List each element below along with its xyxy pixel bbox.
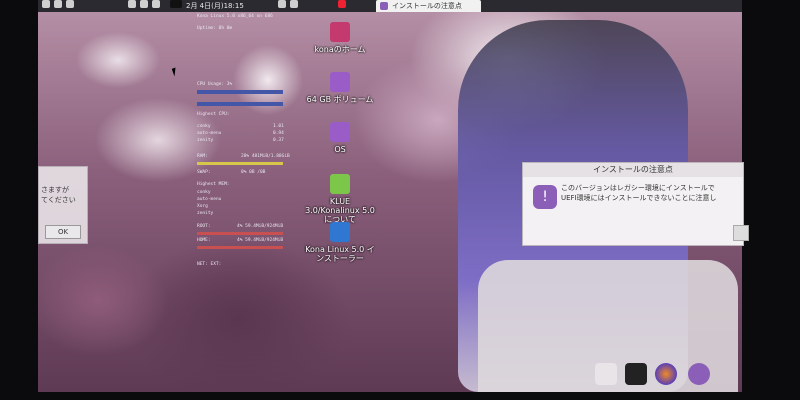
background-dialog: さますが てください OK xyxy=(38,166,88,244)
dialog-message-line: UEFI環境にはインストールできないことに注意し xyxy=(561,194,717,202)
dialog-confirm-button[interactable] xyxy=(733,225,749,241)
cpu-bar xyxy=(197,90,283,94)
conky-proc-val: 1.01 xyxy=(273,124,284,129)
background-dialog-message: さますが てください xyxy=(41,185,85,205)
desktop-icon-label: 64 GB ボリューム xyxy=(306,95,374,104)
background-dialog-line: てください xyxy=(41,196,76,204)
workspace-icon[interactable] xyxy=(170,0,182,8)
conky-swap-value: 0% 0B /0B xyxy=(241,170,266,175)
conky-proc: zenity xyxy=(197,211,214,216)
conky-highest-mem: Highest MEM: xyxy=(197,182,230,187)
battery-icon[interactable] xyxy=(152,0,160,8)
clock[interactable]: 2月 4日(月)18:15 xyxy=(186,0,244,12)
conky-cpu-label: CPU Usage: 3% xyxy=(197,82,233,87)
alert-bubble-icon xyxy=(380,2,388,10)
klue-icon xyxy=(330,174,350,194)
desktop-icon-os[interactable]: OS xyxy=(305,122,375,154)
home-bar xyxy=(197,246,283,249)
conky-proc: conky xyxy=(197,190,211,195)
alert-bubble-icon[interactable] xyxy=(688,363,710,385)
volume-icon[interactable] xyxy=(140,0,148,8)
alert-bubble-icon: ! xyxy=(533,185,557,209)
debian-installer-icon xyxy=(330,222,350,242)
ok-button[interactable]: OK xyxy=(45,225,81,239)
file-manager-icon[interactable] xyxy=(595,363,617,385)
conky-highest-cpu: Highest CPU: xyxy=(197,112,230,117)
app-icon[interactable] xyxy=(338,0,346,8)
conky-ram-label: RAM: xyxy=(197,154,208,159)
conky-proc: conky xyxy=(197,124,211,129)
home-folder-icon xyxy=(330,22,350,42)
conky-proc: Xorg xyxy=(197,204,208,209)
conky-swap-label: SWAP: xyxy=(197,170,211,175)
desktop-icon-home[interactable]: konaのホーム xyxy=(305,22,375,54)
conky-home-value: 4% 59.4MiB/924MiB xyxy=(237,238,284,243)
desktop-icon-label: Kona Linux 5.0 インストーラー xyxy=(305,245,375,263)
ram-bar xyxy=(197,162,283,165)
desktop-icon-about[interactable]: KLUE 3.0/Konalinux 5.0について xyxy=(305,174,375,224)
conky-root-value: 4% 59.4MiB/924MiB xyxy=(237,224,284,229)
drive-icon xyxy=(330,122,350,142)
conky-uptime: Uptime: 0h 0m xyxy=(197,26,233,31)
desktop-icon-volume[interactable]: 64 GB ボリューム xyxy=(305,72,375,104)
background-dialog-line: さますが xyxy=(41,186,69,194)
terminal-icon[interactable] xyxy=(625,363,647,385)
browser-icon[interactable] xyxy=(54,0,62,8)
drive-icon xyxy=(330,72,350,92)
conky-proc-val: 0.94 xyxy=(273,131,284,136)
desktop-icon-label: KLUE 3.0/Konalinux 5.0について xyxy=(305,197,375,224)
taskbar-window-button[interactable]: インストールの注意点 xyxy=(376,0,481,12)
dialog-title[interactable]: インストールの注意点 xyxy=(523,163,743,177)
conky-net: NET: EXT: xyxy=(197,262,222,267)
conky-ram-value: 28% 481MiB/1.88GiB xyxy=(241,154,290,159)
terminal-icon[interactable] xyxy=(66,0,74,8)
firefox-icon[interactable] xyxy=(655,363,677,385)
menu-icon[interactable] xyxy=(42,0,50,8)
conky-home-label: HOME: xyxy=(197,238,211,243)
power-icon[interactable] xyxy=(278,0,286,8)
desktop-icon-label: OS xyxy=(334,145,346,154)
refresh-icon[interactable] xyxy=(290,0,298,8)
cpu-bar xyxy=(197,102,283,106)
conky-hostname: Kona Linux 5.0 x86_64 on 686 xyxy=(197,14,273,19)
conky-proc: auto-menu xyxy=(197,197,222,202)
conky-proc-val: 0.37 xyxy=(273,138,284,143)
network-icon[interactable] xyxy=(128,0,136,8)
taskbar-window-label: インストールの注意点 xyxy=(392,2,462,10)
root-bar xyxy=(197,232,283,235)
conky-root-label: ROOT: xyxy=(197,224,211,229)
desktop-icon-label: konaのホーム xyxy=(314,45,366,54)
top-panel: 2月 4日(月)18:15 インストールの注意点 xyxy=(38,0,742,12)
dialog-message-line: このバージョンはレガシー環境にインストールで xyxy=(561,184,715,192)
install-notice-dialog: インストールの注意点 ! このバージョンはレガシー環境にインストールで UEFI… xyxy=(522,162,749,246)
desktop-icon-installer[interactable]: Kona Linux 5.0 インストーラー xyxy=(305,222,375,263)
conky-proc: auto-menu xyxy=(197,131,222,136)
conky-proc: zenity xyxy=(197,138,214,143)
dialog-message: このバージョンはレガシー環境にインストールで UEFI環境にはインストールできな… xyxy=(561,183,741,203)
